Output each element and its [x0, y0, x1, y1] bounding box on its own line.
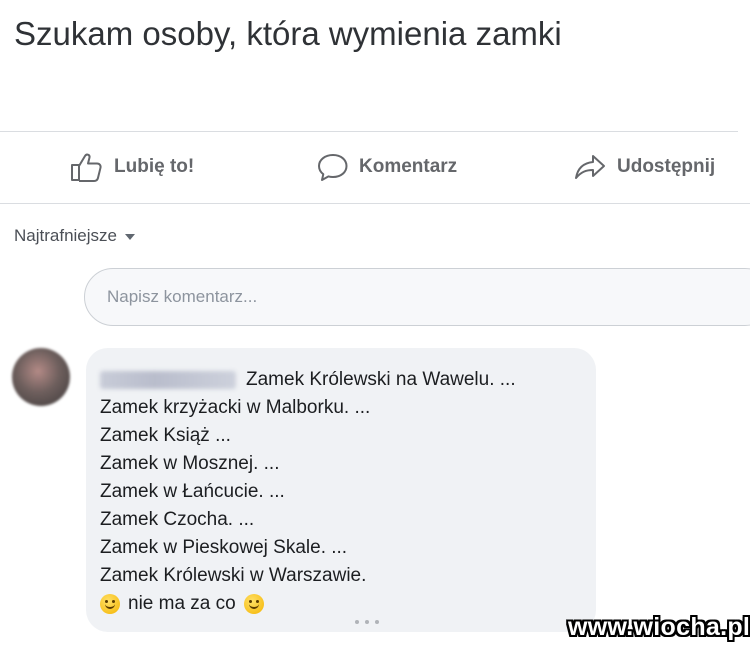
thumbs-up-icon: [71, 153, 102, 182]
wink-emoji-icon: [100, 594, 120, 614]
comment-line: Zamek w Mosznej. ...: [100, 450, 582, 478]
caret-down-icon: [125, 234, 135, 240]
comment-button[interactable]: Komentarz: [317, 131, 457, 203]
share-arrow-icon: [575, 155, 605, 179]
sort-label: Najtrafniejsze: [14, 226, 117, 245]
comment-text: Zamek w Pieskowej Skale. ...: [100, 537, 348, 558]
more-dots-icon: [355, 620, 379, 624]
wink-emoji-icon: [243, 594, 264, 614]
sort-dropdown[interactable]: Najtrafniejsze: [14, 226, 135, 246]
comment-text: Zamek Królewski na Wawelu. ...: [246, 369, 516, 390]
comment-line: Zamek w Pieskowej Skale. ...: [100, 534, 582, 562]
divider-bottom: [0, 203, 750, 204]
comment-line: Zamek w Łańcucie. ...: [100, 478, 582, 506]
comment-text: Zamek w Mosznej. ...: [100, 453, 280, 474]
comment-line: Zamek Książ ...: [100, 422, 582, 450]
comment-text: Zamek Królewski w Warszawie.: [100, 565, 367, 586]
speech-bubble-icon: [318, 154, 348, 181]
comment-text: nie ma za co: [128, 593, 236, 614]
action-bar: Lubię to! Komentarz Udostępnij: [0, 131, 750, 203]
comment-label: Komentarz: [359, 156, 458, 177]
post-text: Szukam osoby, która wymienia zamki: [14, 15, 562, 52]
comment-line: Zamek Królewski w Warszawie.: [100, 562, 582, 590]
watermark: www.wiocha.pl: [568, 613, 750, 641]
commenter-name-blurred[interactable]: [100, 371, 236, 389]
comment-line: nie ma za co: [100, 590, 582, 618]
like-label: Lubię to!: [114, 156, 195, 177]
comment-text: Zamek w Łańcucie. ...: [100, 481, 285, 502]
comment-text: Zamek Czocha. ...: [100, 509, 255, 530]
comment-input[interactable]: [84, 268, 750, 326]
comment-line: Zamek Królewski na Wawelu. ...: [100, 366, 582, 394]
share-button[interactable]: Udostępnij: [573, 131, 715, 203]
share-label: Udostępnij: [617, 156, 716, 177]
like-button[interactable]: Lubię to!: [70, 131, 194, 203]
comment-text: Zamek krzyżacki w Malborku. ...: [100, 397, 371, 418]
comment-text: Zamek Książ ...: [100, 425, 231, 446]
comment-bubble: Zamek Królewski na Wawelu. ... Zamek krz…: [86, 348, 596, 632]
commenter-avatar[interactable]: [12, 348, 70, 406]
comment-line: Zamek Czocha. ...: [100, 506, 582, 534]
comment-line: Zamek krzyżacki w Malborku. ...: [100, 394, 582, 422]
